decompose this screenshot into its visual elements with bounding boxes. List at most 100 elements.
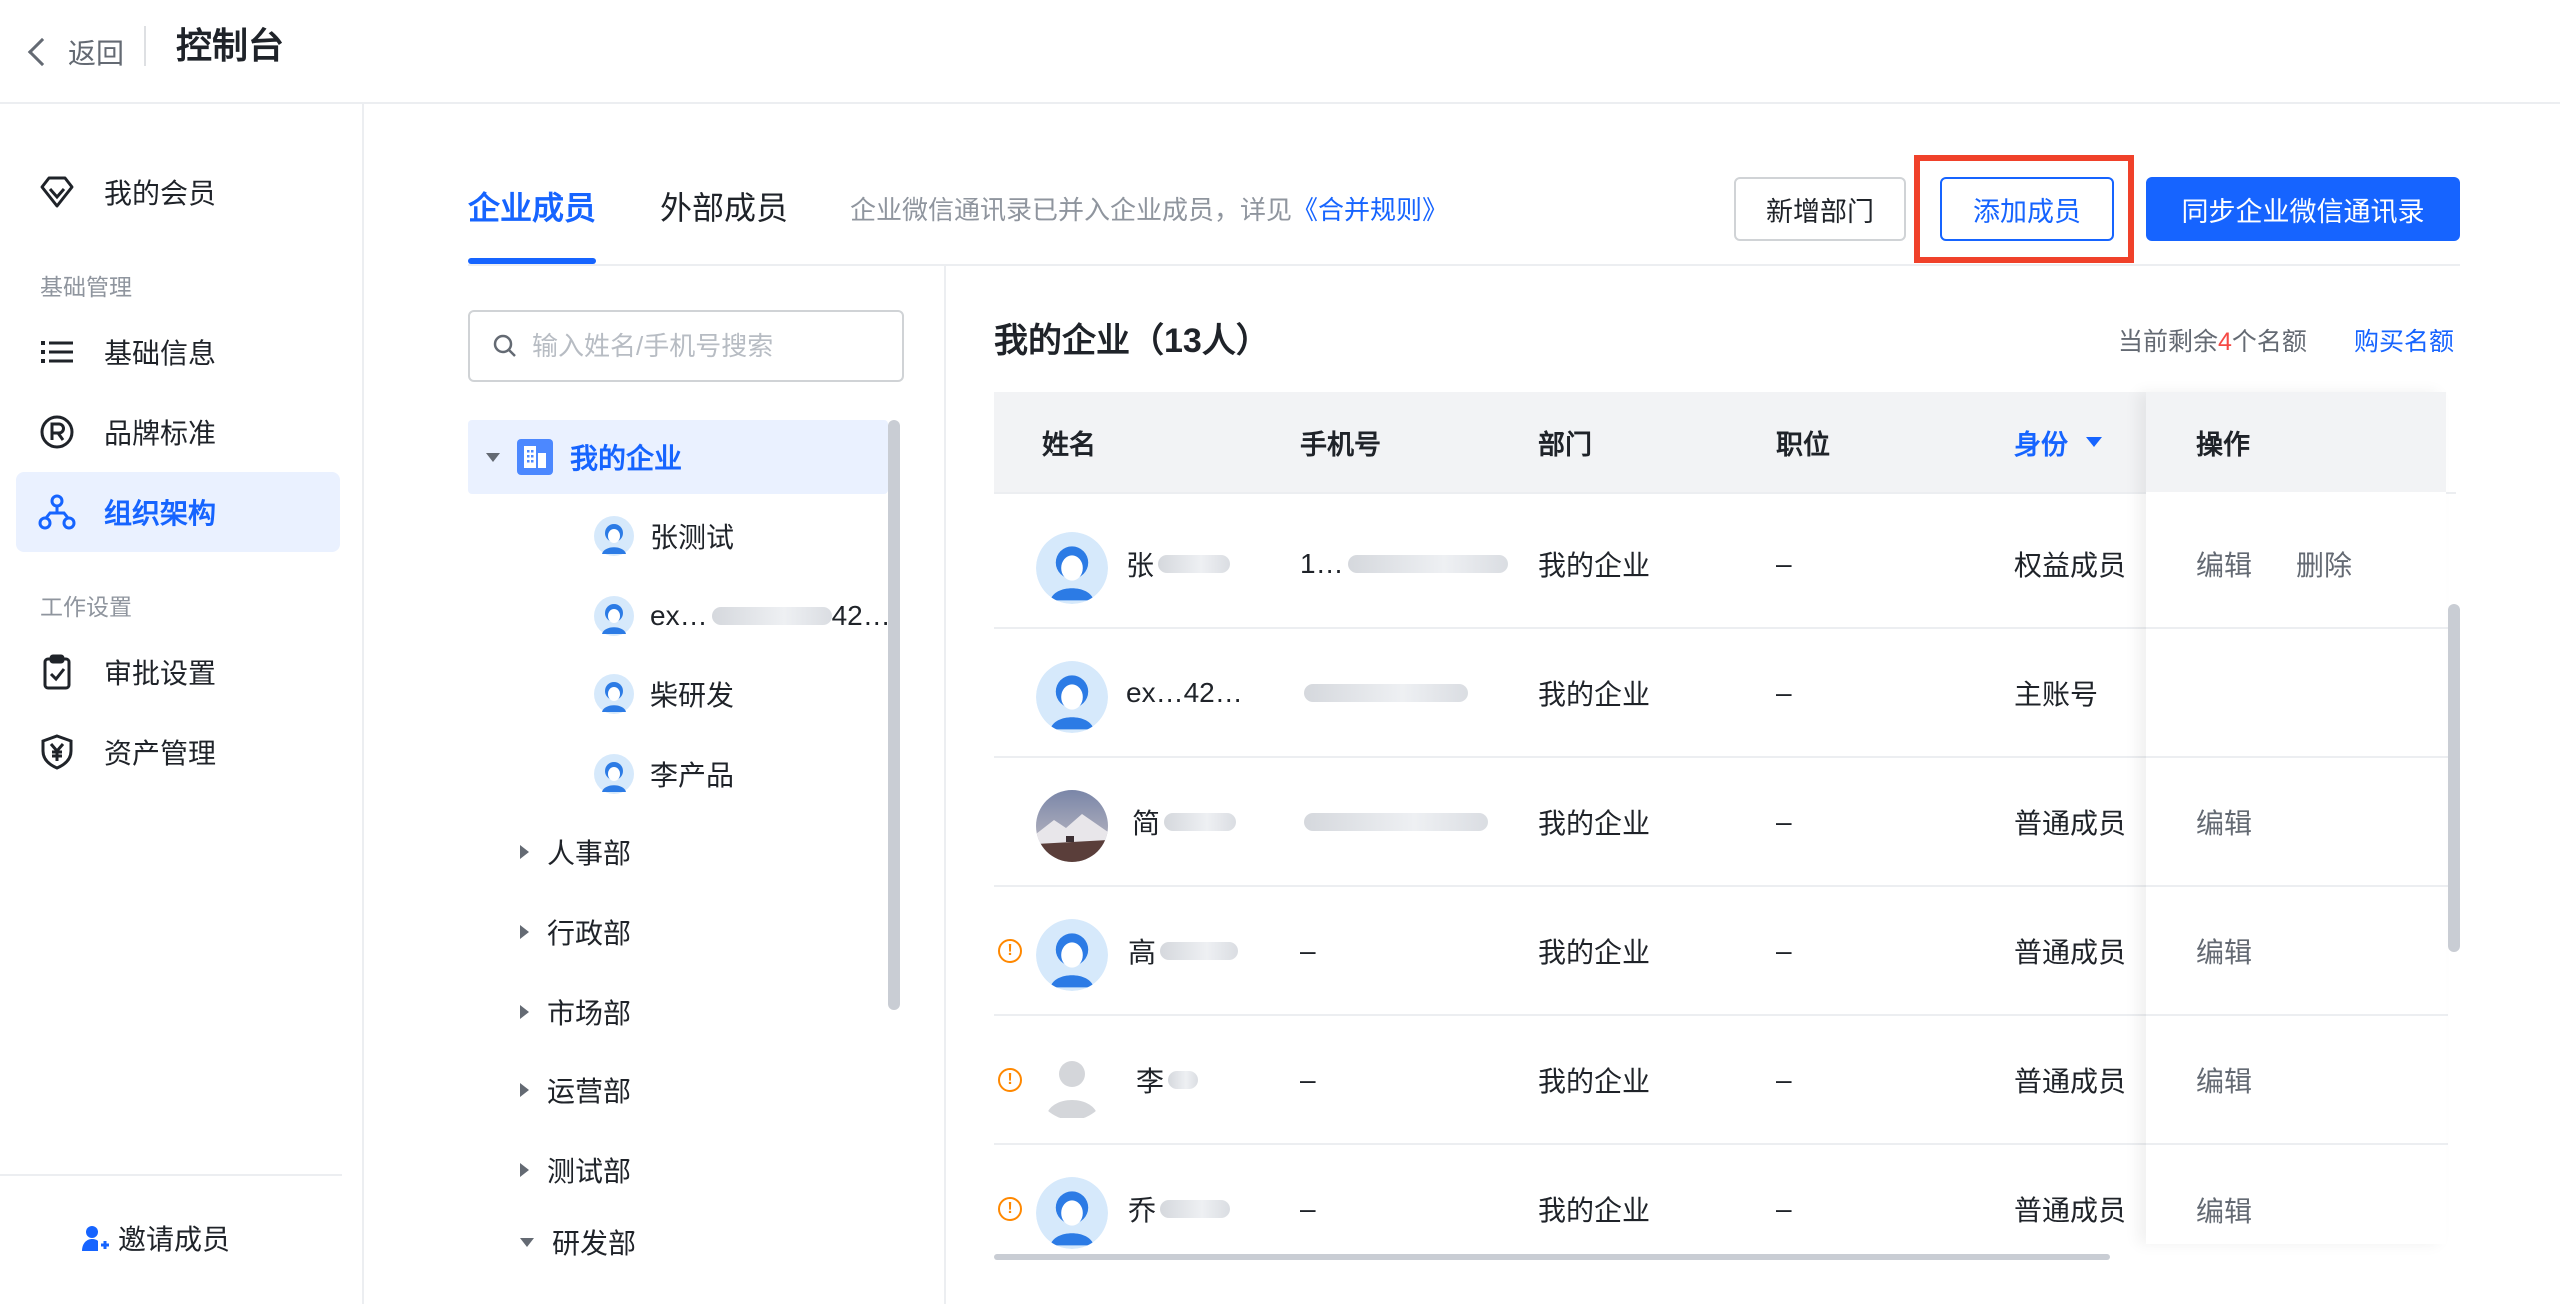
- divider: [468, 264, 2460, 266]
- tree-node-label: 研发部: [552, 1228, 637, 1259]
- diamond-icon: [38, 173, 76, 211]
- sort-down-icon[interactable]: [2086, 437, 2102, 447]
- tree-member-name: ex…: [650, 600, 708, 631]
- table-vertical-scrollbar[interactable]: [2448, 604, 2460, 952]
- member-position: –: [1776, 1064, 1792, 1095]
- operations-column: 操作 编辑 删除 编辑 编辑 编辑 编辑: [2146, 392, 2446, 1244]
- sync-wecom-button[interactable]: 同步企业微信通讯录: [2146, 177, 2460, 241]
- caret-right-icon[interactable]: [520, 1083, 529, 1097]
- invite-member-button[interactable]: 邀请成员: [80, 1218, 230, 1258]
- member-phone: 1…: [1300, 500, 1508, 628]
- merge-rules-link[interactable]: 《合并规则》: [1292, 195, 1448, 225]
- redacted-text: [1164, 813, 1237, 831]
- add-department-button[interactable]: 新增部门: [1734, 177, 1906, 241]
- member-position: –: [1776, 1193, 1792, 1224]
- tree-node-dept[interactable]: 人事部: [520, 822, 631, 882]
- sidebar-item-brand-standard[interactable]: 品牌标准: [16, 392, 340, 472]
- member-name-text: 高: [1128, 937, 1157, 968]
- member-role: 权益成员: [2014, 550, 2127, 581]
- caret-down-icon[interactable]: [520, 1237, 534, 1247]
- sidebar-item-basic-info[interactable]: 基础信息: [16, 312, 340, 392]
- top-bar: 返回 控制台: [0, 0, 2560, 104]
- tree-node-dept[interactable]: 行政部: [520, 902, 631, 962]
- caret-right-icon[interactable]: [520, 1005, 529, 1019]
- buy-quota-link[interactable]: 购买名额: [2354, 324, 2454, 360]
- avatar: [1036, 1177, 1108, 1249]
- edit-button[interactable]: 编辑: [2196, 1060, 2252, 1100]
- delete-button[interactable]: 删除: [2296, 544, 2352, 584]
- sidebar-group-work: 工作设置: [40, 594, 132, 620]
- redacted-text: [711, 607, 832, 625]
- tree-node-dept[interactable]: 运营部: [520, 1060, 631, 1120]
- search-icon: [492, 333, 518, 359]
- warning-icon[interactable]: !: [998, 939, 1022, 963]
- quota-suffix: 个名额: [2231, 328, 2307, 356]
- quota-count: 4: [2218, 328, 2232, 356]
- tree-member[interactable]: 张测试: [594, 506, 894, 566]
- add-user-icon: [80, 1223, 110, 1253]
- tree-node-label: 行政部: [547, 918, 632, 949]
- redacted-text: [1304, 684, 1468, 702]
- tree-node-dept[interactable]: 研发部: [520, 1220, 636, 1264]
- column-header-dept: 部门: [1538, 429, 1592, 460]
- column-header-role[interactable]: 身份: [2014, 392, 2102, 492]
- tree-member[interactable]: 李产品: [594, 744, 894, 804]
- sidebar-item-membership[interactable]: 我的会员: [16, 152, 340, 232]
- member-role: 普通成员: [2014, 1066, 2127, 1097]
- building-icon: [516, 438, 554, 476]
- column-header-phone: 手机号: [1300, 429, 1381, 460]
- warning-icon[interactable]: !: [998, 1197, 1022, 1221]
- member-role: 普通成员: [2014, 1195, 2127, 1226]
- tree-node-label: 人事部: [547, 838, 632, 869]
- warning-icon[interactable]: !: [998, 1068, 1022, 1092]
- tree-node-root[interactable]: 我的企业: [468, 420, 888, 494]
- edit-button[interactable]: 编辑: [2196, 931, 2252, 971]
- registered-icon: [38, 413, 76, 451]
- list-icon: [38, 333, 76, 371]
- org-chart-icon: [38, 493, 76, 531]
- search-input[interactable]: [532, 330, 892, 362]
- redacted-text: [1160, 1200, 1231, 1218]
- edit-button[interactable]: 编辑: [2196, 1190, 2252, 1230]
- member-name: 简: [1132, 758, 1237, 886]
- tree-member-name: 柴研发: [650, 680, 735, 711]
- photo-avatar: [1036, 790, 1108, 862]
- member-phone: [1300, 758, 1488, 886]
- caret-right-icon[interactable]: [520, 925, 529, 939]
- sidebar-item-label: 品牌标准: [104, 418, 217, 449]
- tree-scrollbar[interactable]: [888, 420, 900, 1010]
- edit-button[interactable]: 编辑: [2196, 544, 2252, 584]
- caret-right-icon[interactable]: [520, 845, 529, 859]
- tab-external-members[interactable]: 外部成员: [660, 186, 788, 230]
- tree-node-dept[interactable]: 测试部: [520, 1140, 631, 1200]
- member-phone: –: [1300, 1193, 1316, 1224]
- tab-enterprise-members[interactable]: 企业成员: [468, 186, 596, 230]
- default-gray-avatar: [1036, 1048, 1108, 1120]
- back-button[interactable]: 返回: [24, 28, 124, 76]
- member-position: –: [1776, 677, 1792, 708]
- redacted-text: [1160, 942, 1239, 960]
- add-member-button[interactable]: 添加成员: [1940, 177, 2114, 241]
- member-search-box[interactable]: [468, 310, 904, 382]
- row-actions: 编辑 删除: [2146, 500, 2446, 629]
- caret-right-icon[interactable]: [520, 1163, 529, 1177]
- caret-down-icon[interactable]: [486, 452, 500, 462]
- member-dept: 我的企业: [1538, 808, 1651, 839]
- yen-shield-icon: [38, 733, 76, 771]
- edit-button[interactable]: 编辑: [2196, 802, 2252, 842]
- sidebar-item-assets[interactable]: 资产管理: [16, 712, 340, 792]
- tree-member[interactable]: ex… 42…: [594, 586, 894, 646]
- column-header-label: 身份: [2014, 429, 2068, 460]
- redacted-text: [1168, 1071, 1199, 1089]
- quota-prefix: 当前剩余: [2118, 328, 2219, 356]
- member-dept: 我的企业: [1538, 679, 1651, 710]
- table-horizontal-scrollbar[interactable]: [994, 1254, 2110, 1260]
- sidebar-item-approval[interactable]: 审批设置: [16, 632, 340, 712]
- tree-node-dept[interactable]: 市场部: [520, 982, 631, 1042]
- avatar: [1036, 919, 1108, 991]
- divider: [944, 266, 946, 1304]
- redacted-text: [1347, 555, 1508, 573]
- tree-member[interactable]: 柴研发: [594, 664, 894, 724]
- member-name-text: 李: [1136, 1066, 1165, 1097]
- sidebar-item-org-structure[interactable]: 组织架构: [16, 472, 340, 552]
